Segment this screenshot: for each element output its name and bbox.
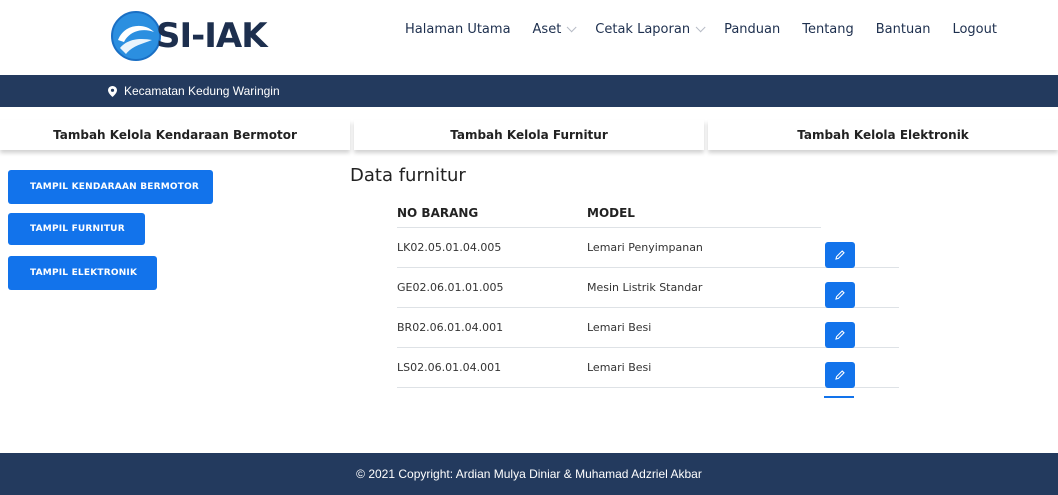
button-label: TAMPIL KENDARAAN BERMOTOR [30,182,200,192]
tab-tambah-furnitur[interactable]: Tambah Kelola Furnitur [354,120,704,150]
brand-name: SI-IAK [156,16,268,56]
map-pin-icon [108,85,117,97]
logo-swirl-icon [111,11,161,61]
nav-halaman-utama[interactable]: Halaman Utama [405,22,511,37]
show-vehicle-button[interactable]: TAMPIL KENDARAAN BERMOTOR [8,170,213,204]
nav-cetak-laporan[interactable]: Cetak Laporan [595,22,706,37]
cell-model: Mesin Listrik Standar [587,281,703,294]
table-row: GE02.06.01.01.005 Mesin Listrik Standar [397,268,899,308]
footer: © 2021 Copyright: Ardian Mulya Diniar & … [0,453,1058,495]
nav-label: Aset [532,22,562,37]
column-header-no-barang: NO BARANG [397,206,479,220]
copyright-text: © 2021 Copyright: Ardian Mulya Diniar & … [356,467,702,481]
table-row: LS02.06.01.04.001 Lemari Besi [397,348,899,388]
column-header-model: MODEL [587,206,635,220]
chevron-down-icon [695,22,706,33]
button-label: TAMPIL ELEKTRONIK [30,268,138,278]
cell-no-barang: LS02.06.01.04.001 [397,361,502,374]
edit-button[interactable] [825,321,855,348]
nav-panduan[interactable]: Panduan [724,22,780,37]
edit-button[interactable] [825,241,855,268]
cell-model: Lemari Besi [587,321,652,334]
cell-no-barang: LK02.05.01.04.005 [397,241,502,254]
tab-tambah-elektronik[interactable]: Tambah Kelola Elektronik [708,120,1058,150]
tab-label: Tambah Kelola Furnitur [450,128,608,142]
table-header: NO BARANG MODEL [397,198,899,228]
nav-bantuan[interactable]: Bantuan [876,22,931,37]
nav-tentang[interactable]: Tentang [802,22,854,37]
tab-label: Tambah Kelola Kendaraan Bermotor [53,128,297,142]
button-label: TAMPIL FURNITUR [30,224,125,234]
edit-button[interactable] [825,361,855,388]
chevron-down-icon [566,22,577,33]
nav-aset[interactable]: Aset [532,22,577,37]
tab-tambah-kendaraan[interactable]: Tambah Kelola Kendaraan Bermotor [0,120,350,150]
location-text: Kecamatan Kedung Waringin [124,84,280,98]
page-title: Data furnitur [350,165,466,186]
nav-label: Panduan [724,22,781,37]
pencil-icon [835,249,845,260]
table-row: BR02.06.01.04.001 Lemari Besi [397,308,899,348]
show-electronics-button[interactable]: TAMPIL ELEKTRONIK [8,256,157,290]
tab-label: Tambah Kelola Elektronik [797,128,969,142]
cell-no-barang: GE02.06.01.01.005 [397,281,504,294]
edit-button-partial[interactable] [824,396,854,398]
show-furniture-button[interactable]: TAMPIL FURNITUR [8,213,145,245]
table-row: LK02.05.01.04.005 Lemari Penyimpanan [397,228,899,268]
pencil-icon [835,289,845,300]
nav-label: Bantuan [875,22,931,37]
nav-logout[interactable]: Logout [952,22,997,37]
manage-tabs: Tambah Kelola Kendaraan Bermotor Tambah … [0,120,1058,150]
nav-label: Cetak Laporan [595,22,691,37]
logo[interactable]: SI-IAK [110,10,268,62]
pencil-icon [835,329,845,340]
header-divider [397,227,821,228]
main-nav: Halaman Utama Aset Cetak Laporan Panduan… [405,22,1019,37]
cell-no-barang: BR02.06.01.04.001 [397,321,504,334]
cell-model: Lemari Besi [587,361,652,374]
header: SI-IAK Halaman Utama Aset Cetak Laporan … [0,0,1058,75]
cell-model: Lemari Penyimpanan [587,241,703,254]
location: Kecamatan Kedung Waringin [108,84,280,98]
nav-label: Tentang [802,22,854,37]
nav-label: Halaman Utama [405,22,511,37]
edit-button[interactable] [825,281,855,308]
location-bar: Kecamatan Kedung Waringin [0,75,1058,107]
nav-label: Logout [952,22,997,37]
pencil-icon [835,369,845,380]
